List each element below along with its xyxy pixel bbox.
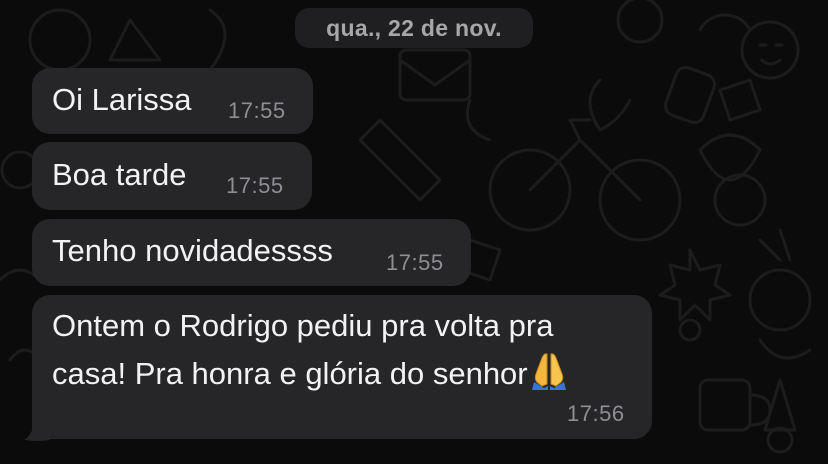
message-text: Boa tarde bbox=[52, 157, 187, 192]
message-bubble[interactable]: Ontem o Rodrigo pediu pra volta pra casa… bbox=[32, 295, 652, 439]
message-timestamp: 17:55 bbox=[228, 98, 286, 123]
date-separator: qua., 22 de nov. bbox=[295, 8, 533, 48]
message-bubble[interactable]: Oi Larissa 17:55 bbox=[32, 68, 313, 134]
message-text-line-2: casa! Pra honra e glória do senhor bbox=[52, 350, 568, 394]
chat-view: qua., 22 de nov. Oi Larissa 17:55 Boa ta… bbox=[0, 0, 828, 464]
message-text: Tenho novidadessss bbox=[52, 233, 333, 268]
message-text-line-1: Ontem o Rodrigo pediu pra volta pra bbox=[52, 308, 554, 343]
folded-hands-icon bbox=[531, 353, 566, 390]
message-timestamp: 17:56 bbox=[567, 401, 625, 426]
message-timestamp: 17:55 bbox=[226, 173, 284, 198]
message-bubble[interactable]: Tenho novidadessss 17:55 bbox=[32, 219, 471, 286]
message-text: casa! Pra honra e glória do senhor bbox=[52, 356, 528, 391]
message-timestamp: 17:55 bbox=[386, 250, 444, 275]
message-text: Oi Larissa bbox=[52, 82, 192, 117]
message-bubble[interactable]: Boa tarde 17:55 bbox=[32, 142, 312, 210]
